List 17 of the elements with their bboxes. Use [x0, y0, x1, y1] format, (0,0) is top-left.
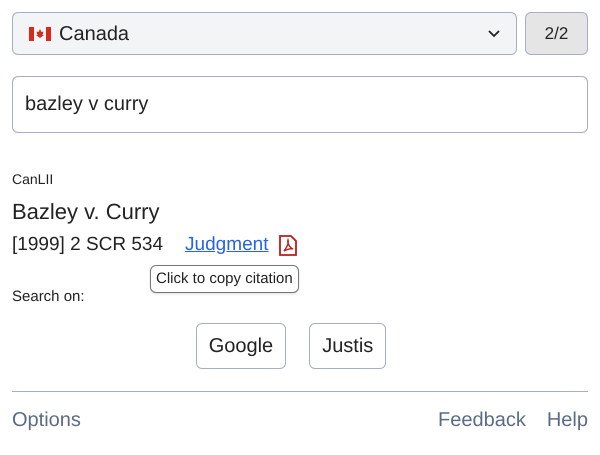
citation-text[interactable]: [1999] 2 SCR 534 — [12, 233, 164, 257]
search-engine-button[interactable]: Google — [196, 323, 286, 369]
footer-link[interactable]: Options — [12, 408, 81, 432]
footer-link[interactable]: Help — [546, 408, 588, 432]
country-select[interactable]: Canada — [12, 12, 517, 55]
search-on-label: Search on: — [12, 287, 86, 307]
pdf-icon[interactable] — [278, 234, 296, 256]
judgment-link[interactable]: Judgment — [185, 233, 268, 257]
search-field[interactable]: bazley v curry — [12, 76, 588, 133]
search-engine-button[interactable]: Justis — [309, 323, 386, 369]
chevron-down-icon — [488, 30, 500, 38]
flag-icon — [29, 26, 51, 40]
footer-link[interactable]: Feedback — [438, 408, 526, 432]
page-counter-button[interactable]: 2/2 — [525, 12, 588, 55]
case-title: Bazley v. Curry — [12, 198, 161, 226]
tooltip: Click to copy citation — [150, 265, 299, 293]
source-label: CanLII — [12, 170, 54, 189]
